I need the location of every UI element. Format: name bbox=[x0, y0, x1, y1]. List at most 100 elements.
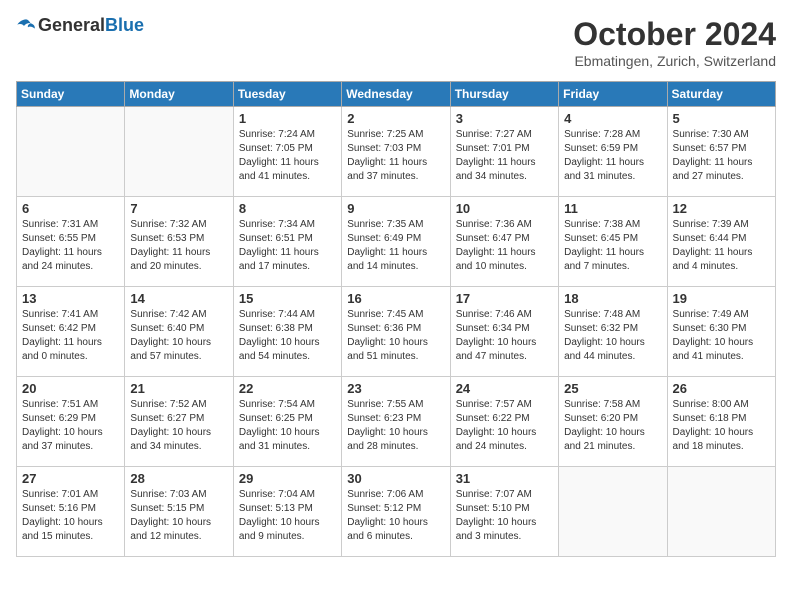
calendar-cell: 24Sunrise: 7:57 AM Sunset: 6:22 PM Dayli… bbox=[450, 377, 558, 467]
day-info: Sunrise: 8:00 AM Sunset: 6:18 PM Dayligh… bbox=[673, 398, 770, 454]
calendar-cell: 22Sunrise: 7:54 AM Sunset: 6:25 PM Dayli… bbox=[233, 377, 341, 467]
calendar-cell: 13 Sunrise: 7:41 AM Sunset: 6:42 PM Dayli… bbox=[17, 287, 125, 377]
day-number: 1 bbox=[239, 111, 336, 126]
day-number: 14 bbox=[130, 291, 227, 306]
calendar-cell: 25Sunrise: 7:58 AM Sunset: 6:20 PM Dayli… bbox=[559, 377, 667, 467]
day-number: 16 bbox=[347, 291, 444, 306]
day-info: Sunrise: 7:52 AM Sunset: 6:27 PM Dayligh… bbox=[130, 398, 227, 454]
calendar-header-row: SundayMondayTuesdayWednesdayThursdayFrid… bbox=[17, 82, 776, 107]
day-number: 20 bbox=[22, 381, 119, 396]
calendar-cell: 6Sunrise: 7:31 AM Sunset: 6:55 PM Daylig… bbox=[17, 197, 125, 287]
calendar-cell: 28 Sunrise: 7:03 AM Sunset: 5:15 PM Dayli… bbox=[125, 467, 233, 557]
day-number: 26 bbox=[673, 381, 770, 396]
day-number: 3 bbox=[456, 111, 553, 126]
day-info: Sunrise: 7:55 AM Sunset: 6:23 PM Dayligh… bbox=[347, 398, 444, 454]
day-info: Sunrise: 7:01 AM Sunset: 5:16 PM Dayligh… bbox=[22, 488, 119, 544]
day-number: 21 bbox=[130, 381, 227, 396]
calendar-cell: 9 Sunrise: 7:35 AM Sunset: 6:49 PM Daylig… bbox=[342, 197, 450, 287]
calendar-cell: 27 Sunrise: 7:01 AM Sunset: 5:16 PM Dayli… bbox=[17, 467, 125, 557]
day-number: 6 bbox=[22, 201, 119, 216]
day-info: Sunrise: 7:51 AM Sunset: 6:29 PM Dayligh… bbox=[22, 398, 119, 454]
calendar-cell: 29 Sunrise: 7:04 AM Sunset: 5:13 PM Dayli… bbox=[233, 467, 341, 557]
page-header: GeneralBlue October 2024 Ebmatingen, Zur… bbox=[16, 16, 776, 69]
calendar-cell: 7 Sunrise: 7:32 AM Sunset: 6:53 PM Daylig… bbox=[125, 197, 233, 287]
day-info: Sunrise: 7:42 AM Sunset: 6:40 PM Dayligh… bbox=[130, 308, 227, 364]
day-info: Sunrise: 7:34 AM Sunset: 6:51 PM Dayligh… bbox=[239, 218, 336, 274]
calendar-week-5: 27 Sunrise: 7:01 AM Sunset: 5:16 PM Dayli… bbox=[17, 467, 776, 557]
logo-bird-icon bbox=[16, 18, 36, 34]
day-number: 31 bbox=[456, 471, 553, 486]
calendar-cell bbox=[667, 467, 775, 557]
day-number: 8 bbox=[239, 201, 336, 216]
day-number: 7 bbox=[130, 201, 227, 216]
day-info: Sunrise: 7:27 AM Sunset: 7:01 PM Dayligh… bbox=[456, 128, 553, 184]
calendar-cell: 21 Sunrise: 7:52 AM Sunset: 6:27 PM Dayli… bbox=[125, 377, 233, 467]
calendar-week-3: 13 Sunrise: 7:41 AM Sunset: 6:42 PM Dayli… bbox=[17, 287, 776, 377]
day-number: 10 bbox=[456, 201, 553, 216]
day-info: Sunrise: 7:03 AM Sunset: 5:15 PM Dayligh… bbox=[130, 488, 227, 544]
day-info: Sunrise: 7:49 AM Sunset: 6:30 PM Dayligh… bbox=[673, 308, 770, 364]
day-info: Sunrise: 7:38 AM Sunset: 6:45 PM Dayligh… bbox=[564, 218, 661, 274]
calendar-cell: 12 Sunrise: 7:39 AM Sunset: 6:44 PM Dayli… bbox=[667, 197, 775, 287]
day-info: Sunrise: 7:41 AM Sunset: 6:42 PM Dayligh… bbox=[22, 308, 119, 364]
day-info: Sunrise: 7:39 AM Sunset: 6:44 PM Dayligh… bbox=[673, 218, 770, 274]
day-info: Sunrise: 7:35 AM Sunset: 6:49 PM Dayligh… bbox=[347, 218, 444, 274]
day-info: Sunrise: 7:24 AM Sunset: 7:05 PM Dayligh… bbox=[239, 128, 336, 184]
calendar-cell: 3 Sunrise: 7:27 AM Sunset: 7:01 PM Daylig… bbox=[450, 107, 558, 197]
day-number: 4 bbox=[564, 111, 661, 126]
calendar-cell: 2 Sunrise: 7:25 AM Sunset: 7:03 PM Daylig… bbox=[342, 107, 450, 197]
day-info: Sunrise: 7:48 AM Sunset: 6:32 PM Dayligh… bbox=[564, 308, 661, 364]
day-number: 17 bbox=[456, 291, 553, 306]
day-number: 18 bbox=[564, 291, 661, 306]
calendar-cell: 20 Sunrise: 7:51 AM Sunset: 6:29 PM Dayli… bbox=[17, 377, 125, 467]
day-header-wednesday: Wednesday bbox=[342, 82, 450, 107]
day-number: 25 bbox=[564, 381, 661, 396]
calendar-cell: 18 Sunrise: 7:48 AM Sunset: 6:32 PM Dayli… bbox=[559, 287, 667, 377]
calendar-cell bbox=[125, 107, 233, 197]
day-number: 27 bbox=[22, 471, 119, 486]
day-header-tuesday: Tuesday bbox=[233, 82, 341, 107]
day-info: Sunrise: 7:06 AM Sunset: 5:12 PM Dayligh… bbox=[347, 488, 444, 544]
logo: GeneralBlue bbox=[16, 16, 144, 36]
day-info: Sunrise: 7:32 AM Sunset: 6:53 PM Dayligh… bbox=[130, 218, 227, 274]
day-number: 12 bbox=[673, 201, 770, 216]
day-header-monday: Monday bbox=[125, 82, 233, 107]
calendar-cell: 15 Sunrise: 7:44 AM Sunset: 6:38 PM Dayli… bbox=[233, 287, 341, 377]
location: Ebmatingen, Zurich, Switzerland bbox=[573, 53, 776, 69]
day-info: Sunrise: 7:04 AM Sunset: 5:13 PM Dayligh… bbox=[239, 488, 336, 544]
day-number: 2 bbox=[347, 111, 444, 126]
day-header-sunday: Sunday bbox=[17, 82, 125, 107]
day-number: 30 bbox=[347, 471, 444, 486]
month-title: October 2024 bbox=[573, 16, 776, 53]
day-number: 22 bbox=[239, 381, 336, 396]
calendar-cell bbox=[559, 467, 667, 557]
calendar-week-4: 20 Sunrise: 7:51 AM Sunset: 6:29 PM Dayli… bbox=[17, 377, 776, 467]
day-info: Sunrise: 7:44 AM Sunset: 6:38 PM Dayligh… bbox=[239, 308, 336, 364]
calendar-cell: 14 Sunrise: 7:42 AM Sunset: 6:40 PM Dayli… bbox=[125, 287, 233, 377]
day-number: 29 bbox=[239, 471, 336, 486]
day-header-saturday: Saturday bbox=[667, 82, 775, 107]
day-number: 15 bbox=[239, 291, 336, 306]
title-block: October 2024 Ebmatingen, Zurich, Switzer… bbox=[573, 16, 776, 69]
day-number: 13 bbox=[22, 291, 119, 306]
calendar-cell: 26 Sunrise: 8:00 AM Sunset: 6:18 PM Dayli… bbox=[667, 377, 775, 467]
calendar-cell: 5 Sunrise: 7:30 AM Sunset: 6:57 PM Daylig… bbox=[667, 107, 775, 197]
calendar-week-2: 6Sunrise: 7:31 AM Sunset: 6:55 PM Daylig… bbox=[17, 197, 776, 287]
day-info: Sunrise: 7:36 AM Sunset: 6:47 PM Dayligh… bbox=[456, 218, 553, 274]
day-number: 5 bbox=[673, 111, 770, 126]
day-number: 28 bbox=[130, 471, 227, 486]
calendar-cell: 31Sunrise: 7:07 AM Sunset: 5:10 PM Dayli… bbox=[450, 467, 558, 557]
logo-text: GeneralBlue bbox=[38, 16, 144, 36]
day-info: Sunrise: 7:45 AM Sunset: 6:36 PM Dayligh… bbox=[347, 308, 444, 364]
day-number: 19 bbox=[673, 291, 770, 306]
calendar-cell: 4Sunrise: 7:28 AM Sunset: 6:59 PM Daylig… bbox=[559, 107, 667, 197]
day-header-thursday: Thursday bbox=[450, 82, 558, 107]
day-info: Sunrise: 7:25 AM Sunset: 7:03 PM Dayligh… bbox=[347, 128, 444, 184]
day-number: 9 bbox=[347, 201, 444, 216]
calendar-cell: 11 Sunrise: 7:38 AM Sunset: 6:45 PM Dayli… bbox=[559, 197, 667, 287]
calendar-table: SundayMondayTuesdayWednesdayThursdayFrid… bbox=[16, 81, 776, 557]
calendar-cell: 10 Sunrise: 7:36 AM Sunset: 6:47 PM Dayli… bbox=[450, 197, 558, 287]
day-info: Sunrise: 7:30 AM Sunset: 6:57 PM Dayligh… bbox=[673, 128, 770, 184]
calendar-cell: 8 Sunrise: 7:34 AM Sunset: 6:51 PM Daylig… bbox=[233, 197, 341, 287]
day-number: 11 bbox=[564, 201, 661, 216]
